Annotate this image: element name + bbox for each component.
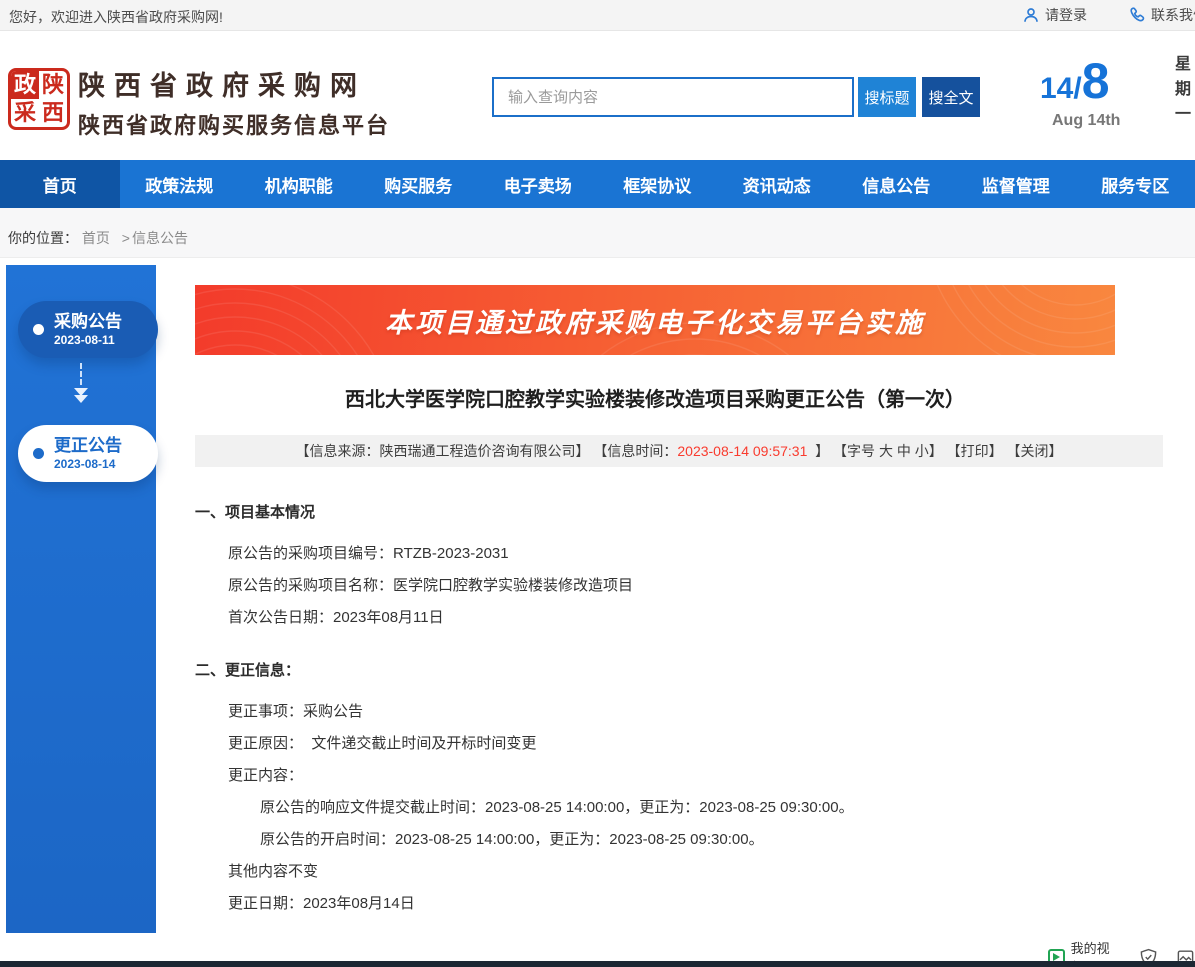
- top-bar: 您好，欢迎进入陕西省政府采购网! 请登录 联系我们: [0, 0, 1195, 31]
- platform-banner: 本项目通过政府采购电子化交易平台实施: [195, 285, 1115, 355]
- article-body: 一、项目基本情况 原公告的采购项目编号：RTZB-2023-2031 原公告的采…: [195, 497, 1125, 920]
- login-label: 请登录: [1045, 5, 1087, 25]
- step-label: 采购公告: [54, 312, 122, 332]
- step-procurement-announcement[interactable]: 采购公告 2023-08-11: [18, 301, 158, 358]
- announcement-steps-sidebar: 采购公告 2023-08-11 更正公告 2023-08-14: [6, 265, 156, 933]
- search-bar: 搜标题 搜全文: [492, 77, 980, 117]
- nav-item-emarket[interactable]: 电子卖场: [478, 160, 598, 208]
- seal-char: 政: [11, 71, 39, 99]
- body-line: 更正事项：采购公告: [195, 696, 1125, 728]
- section-heading: 一、项目基本情况: [195, 497, 1125, 529]
- section-heading: 二、更正信息：: [195, 655, 1125, 687]
- body-line: 原公告的响应文件提交截止时间：2023-08-25 14:00:00，更正为：2…: [195, 792, 1125, 824]
- seal-char: 陕: [39, 71, 67, 99]
- meta-fontsize-suffix: 】: [929, 441, 943, 461]
- fontsize-small-button[interactable]: 小: [915, 441, 929, 461]
- body-line: 更正原因： 文件递交截止时间及开标时间变更: [195, 728, 1125, 760]
- article-title: 西北大学医学院口腔教学实验楼装修改造项目采购更正公告（第一次）: [195, 383, 1115, 412]
- breadcrumb-prefix: 你的位置：: [8, 230, 78, 246]
- breadcrumb-current-link[interactable]: 信息公告: [132, 230, 188, 246]
- step-correction-announcement[interactable]: 更正公告 2023-08-14: [18, 425, 158, 482]
- nav-item-framework[interactable]: 框架协议: [598, 160, 718, 208]
- meta-fontsize-prefix: 【字号: [833, 441, 879, 461]
- nav-item-policies[interactable]: 政策法规: [120, 160, 240, 208]
- main-nav: 首页 政策法规 机构职能 购买服务 电子卖场 框架协议 资讯动态 信息公告 监督…: [0, 160, 1195, 208]
- meta-time-prefix: 【信息时间：: [593, 441, 677, 461]
- breadcrumb: 你的位置： 首页 >信息公告: [0, 208, 1195, 258]
- site-title: 陕西省政府采购网: [78, 70, 390, 102]
- body-line: 原公告的开启时间：2023-08-25 14:00:00，更正为：2023-08…: [195, 824, 1125, 856]
- nav-item-service-zone[interactable]: 服务专区: [1076, 160, 1195, 208]
- breadcrumb-separator: >: [122, 230, 130, 246]
- welcome-text: 您好，欢迎进入陕西省政府采购网!: [9, 7, 223, 27]
- nav-item-announcements[interactable]: 信息公告: [837, 160, 957, 208]
- step-label: 更正公告: [54, 436, 122, 456]
- nav-item-functions[interactable]: 机构职能: [239, 160, 359, 208]
- seal-char: 采: [11, 99, 39, 127]
- date-month: 8: [1082, 53, 1110, 109]
- body-line: 更正日期：2023年08月14日: [195, 888, 1125, 920]
- close-button[interactable]: 【关闭】: [1007, 441, 1063, 461]
- step-dot-icon: [33, 448, 44, 459]
- breadcrumb-home-link[interactable]: 首页: [82, 230, 110, 246]
- banner-text: 本项目通过政府采购电子化交易平台实施: [385, 301, 925, 340]
- weekday-label: 星期一: [1168, 55, 1192, 130]
- meta-timestamp: 2023-08-14 09:57:31: [677, 443, 807, 459]
- print-button[interactable]: 【打印】: [947, 441, 1003, 461]
- bottom-bar: [0, 961, 1195, 967]
- login-link[interactable]: 请登录: [1022, 5, 1087, 25]
- phone-icon: [1128, 6, 1146, 24]
- nav-item-news[interactable]: 资讯动态: [717, 160, 837, 208]
- meta-source: 【信息来源：陕西瑞通工程造价咨询有限公司】: [295, 441, 589, 461]
- user-icon: [1022, 6, 1040, 24]
- body-line: 首次公告日期：2023年08月11日: [195, 602, 1125, 634]
- nav-item-home[interactable]: 首页: [0, 160, 120, 208]
- body-line: 原公告的采购项目编号：RTZB-2023-2031: [195, 538, 1125, 570]
- step-date: 2023-08-11: [54, 333, 122, 347]
- site-seal-logo[interactable]: 政 陕 采 西: [8, 68, 70, 130]
- body-line: 更正内容：: [195, 760, 1125, 792]
- search-fulltext-button[interactable]: 搜全文: [922, 77, 980, 117]
- nav-item-purchase-service[interactable]: 购买服务: [359, 160, 479, 208]
- date-widget: 14/8 Aug 14th 星期一: [1040, 52, 1190, 130]
- fontsize-large-button[interactable]: 大: [879, 441, 893, 461]
- step-dot-icon: [33, 324, 44, 335]
- search-input[interactable]: [492, 77, 854, 117]
- article-meta-bar: 【信息来源：陕西瑞通工程造价咨询有限公司】 【信息时间：2023-08-14 0…: [195, 435, 1163, 467]
- arrow-down-icon: [70, 363, 92, 419]
- page: 您好，欢迎进入陕西省政府采购网! 请登录 联系我们 政 陕 采 西: [0, 0, 1195, 967]
- nav-item-supervision[interactable]: 监督管理: [956, 160, 1076, 208]
- meta-time-suffix: 】: [807, 441, 829, 461]
- site-title-link[interactable]: 陕西省政府采购网 陕西省政府购买服务信息平台: [78, 70, 390, 140]
- date-day: 14/: [1040, 72, 1082, 105]
- seal-char: 西: [39, 99, 67, 127]
- contact-link[interactable]: 联系我们: [1128, 5, 1195, 25]
- body-line: 其他内容不变: [195, 856, 1125, 888]
- site-subtitle: 陕西省政府购买服务信息平台: [78, 108, 390, 140]
- site-header: 政 陕 采 西 陕西省政府采购网 陕西省政府购买服务信息平台 搜标题 搜全文 1…: [0, 32, 1195, 160]
- contact-label: 联系我们: [1151, 5, 1195, 25]
- search-title-button[interactable]: 搜标题: [858, 77, 916, 117]
- step-date: 2023-08-14: [54, 457, 122, 471]
- fontsize-medium-button[interactable]: 中: [897, 441, 911, 461]
- body-line: 原公告的采购项目名称：医学院口腔教学实验楼装修改造项目: [195, 570, 1125, 602]
